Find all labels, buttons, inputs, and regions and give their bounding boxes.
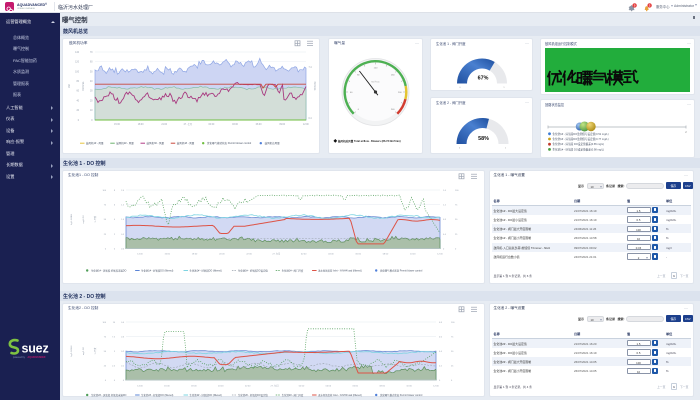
svg-text:suez: suez bbox=[22, 342, 49, 356]
